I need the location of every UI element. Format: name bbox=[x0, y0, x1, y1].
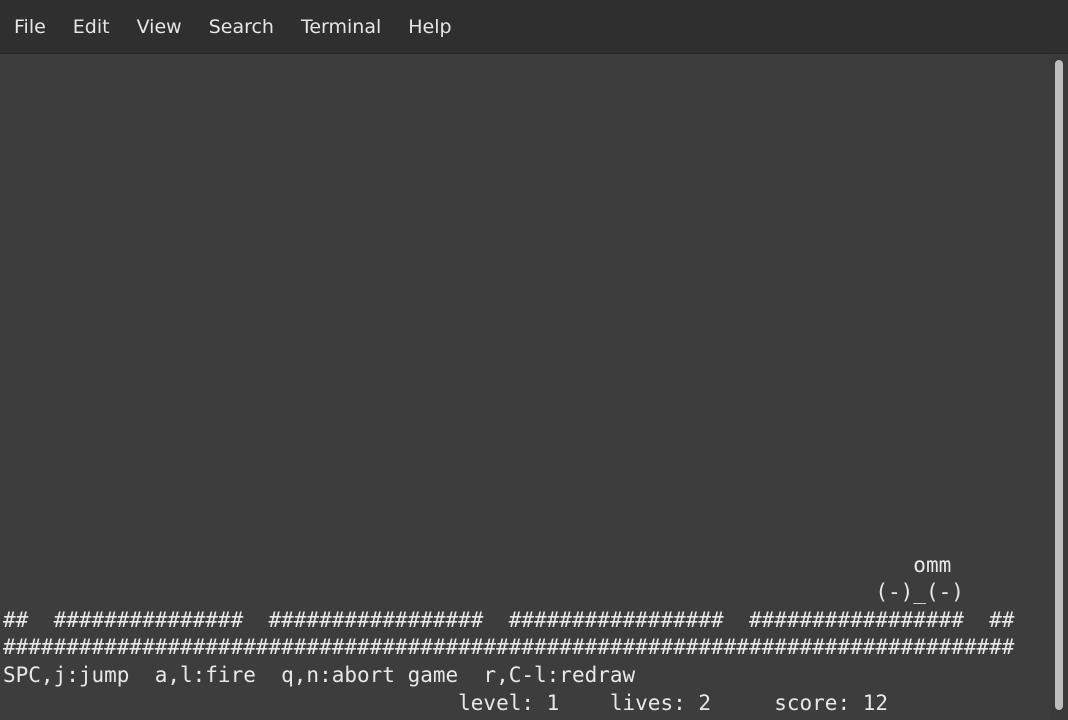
controls-help-line: SPC,j:jump a,l:fire q,n:abort game r,C-l… bbox=[3, 663, 636, 687]
menu-help[interactable]: Help bbox=[400, 12, 459, 42]
vertical-scrollbar[interactable] bbox=[1050, 54, 1068, 720]
menu-edit[interactable]: Edit bbox=[65, 12, 118, 42]
status-line: level: 1 lives: 2 score: 12 bbox=[3, 691, 889, 715]
menu-bar: File Edit View Search Terminal Help bbox=[0, 0, 1068, 54]
terminal-output[interactable]: omm (-)_(-) ## ############### #########… bbox=[0, 54, 1050, 720]
menu-search[interactable]: Search bbox=[201, 12, 282, 42]
player-sprite-top: omm bbox=[3, 553, 952, 577]
ground-platforms-row: ## ############### ################# ###… bbox=[3, 608, 1015, 632]
scrollbar-thumb[interactable] bbox=[1055, 60, 1063, 710]
player-sprite-bottom: (-)_(-) bbox=[3, 580, 964, 604]
menu-terminal[interactable]: Terminal bbox=[293, 12, 389, 42]
menu-view[interactable]: View bbox=[129, 12, 190, 42]
menu-file[interactable]: File bbox=[6, 12, 54, 42]
ground-solid-row: ########################################… bbox=[3, 635, 1015, 659]
terminal-window: File Edit View Search Terminal Help omm bbox=[0, 0, 1068, 720]
